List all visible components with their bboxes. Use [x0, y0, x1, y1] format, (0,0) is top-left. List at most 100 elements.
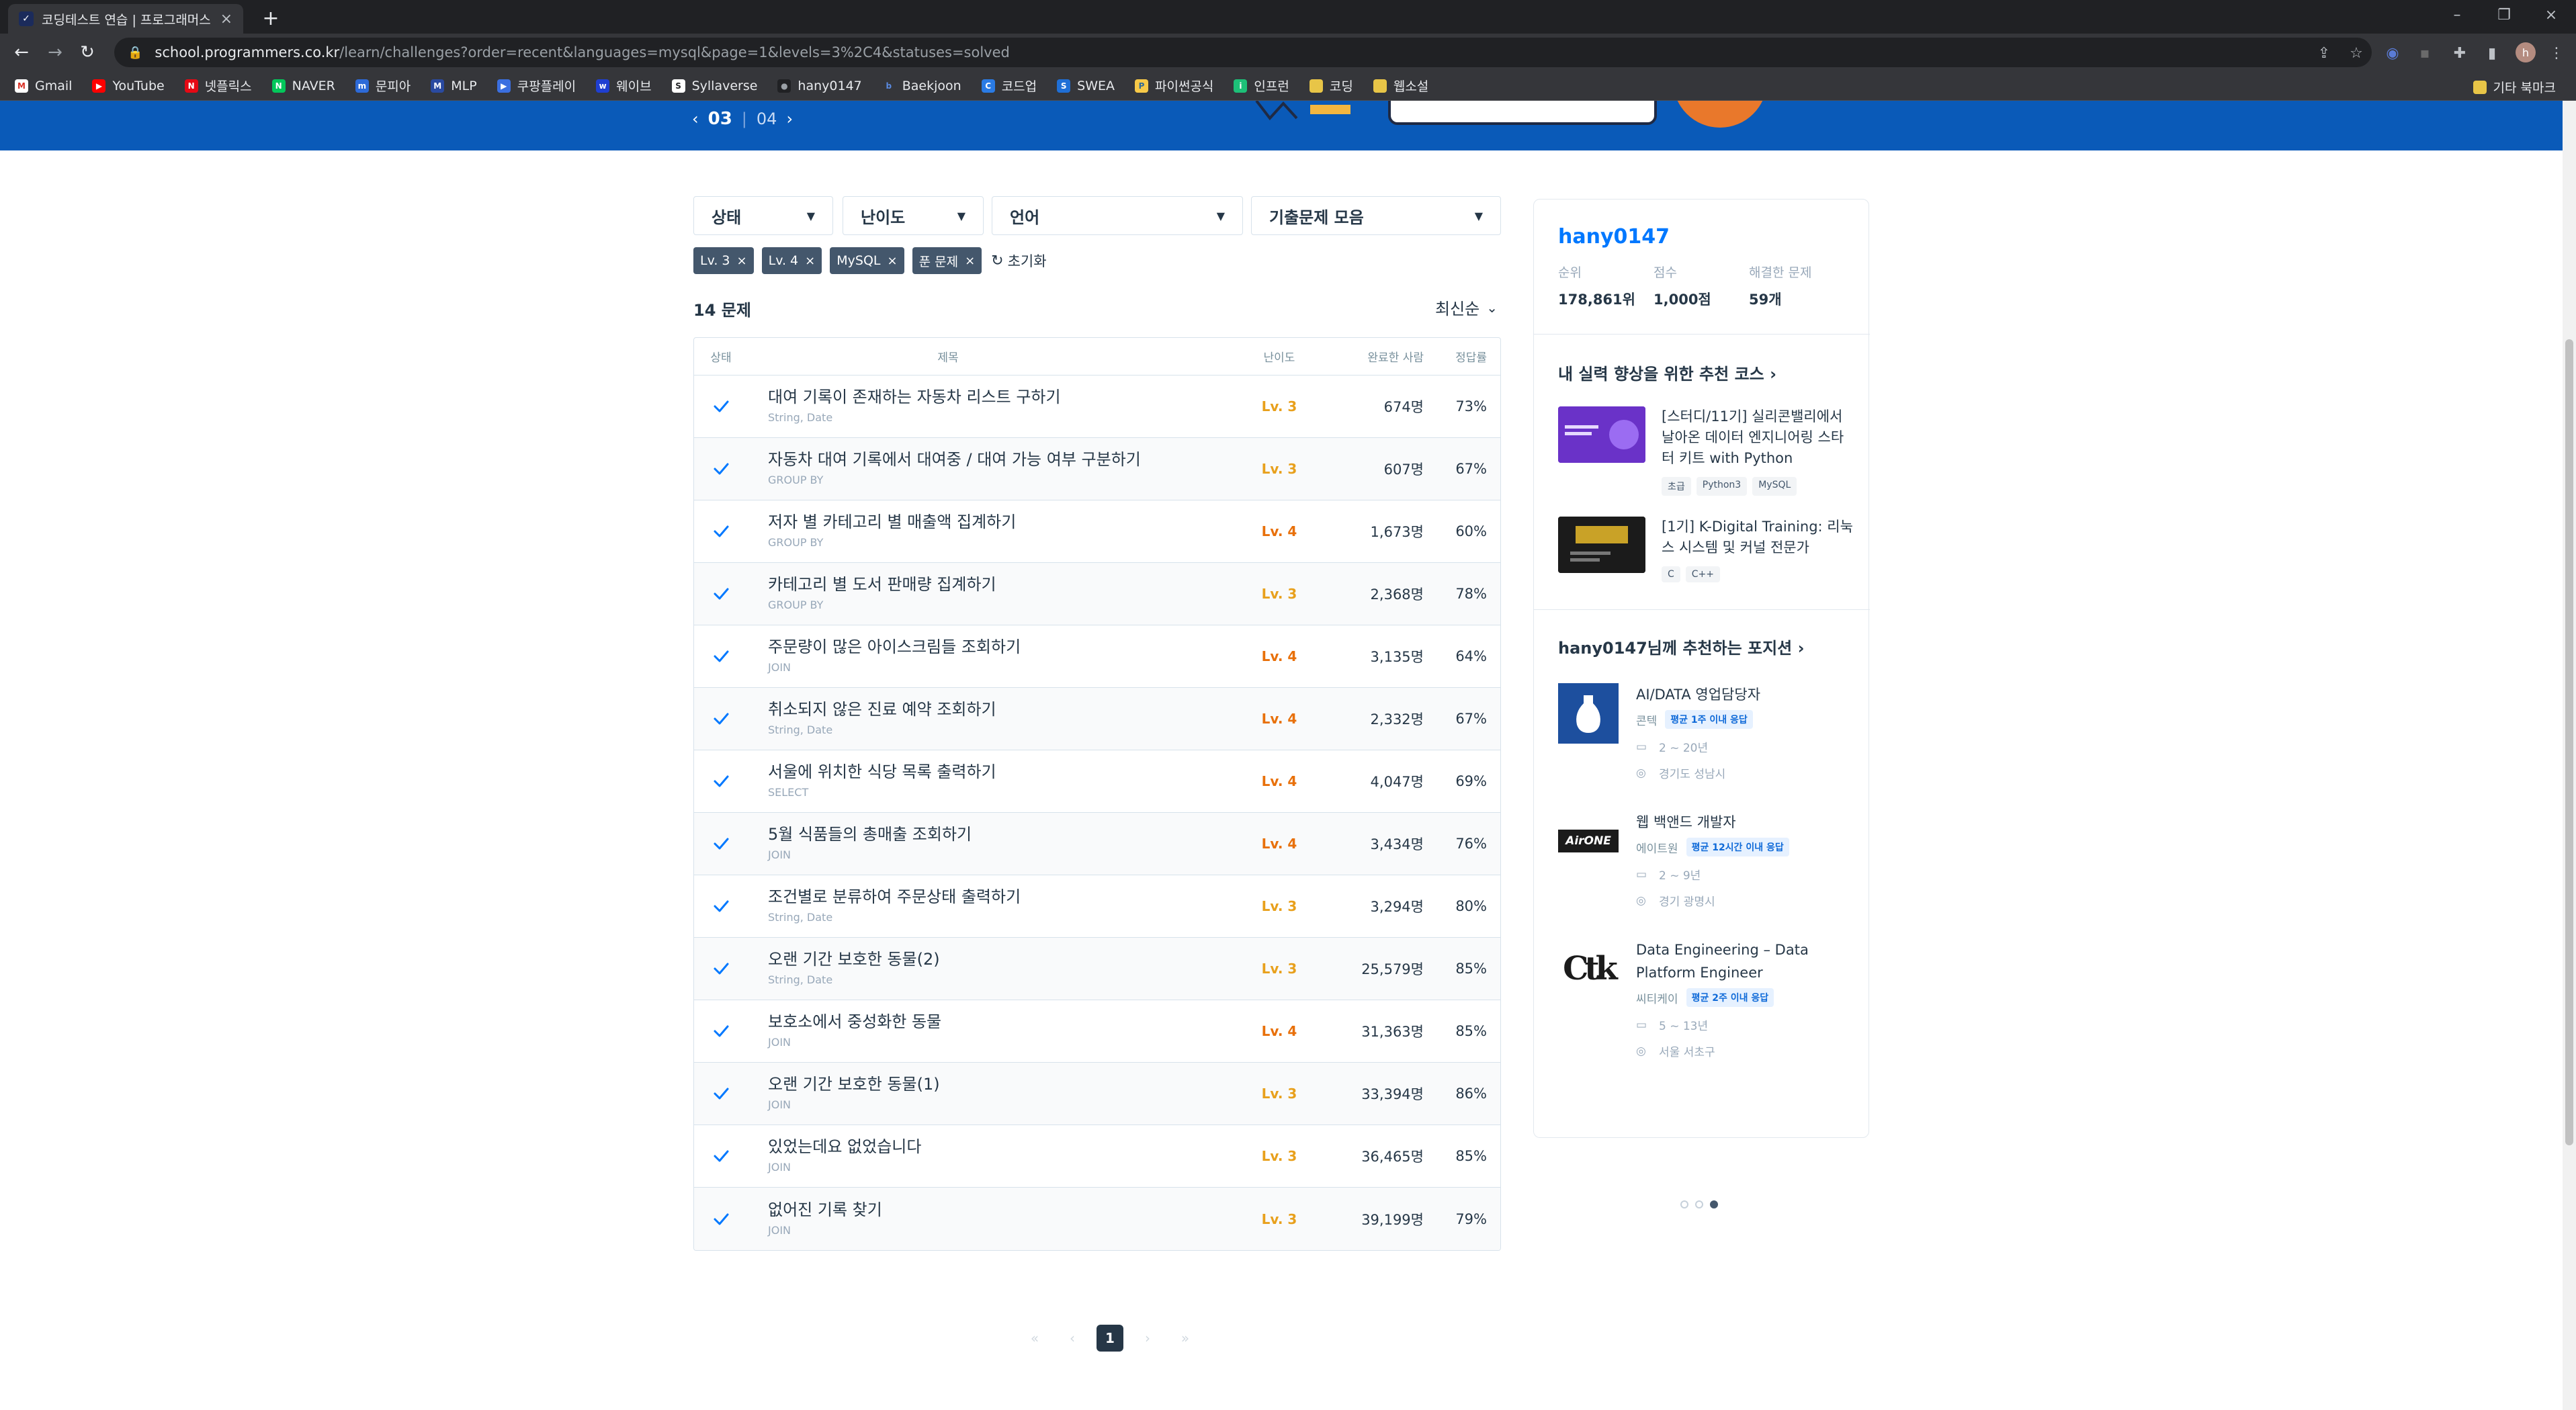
menu-icon[interactable]: ⋮	[2546, 43, 2567, 63]
problem-title[interactable]: 저자 별 카테고리 별 매출액 집계하기	[768, 512, 1242, 532]
star-icon[interactable]: ☆	[2346, 43, 2366, 63]
status-filter[interactable]: 상태 ▼	[693, 196, 833, 235]
window-close-icon[interactable]: ×	[2528, 0, 2575, 30]
bookmark-item[interactable]: P 파이썬공식	[1135, 77, 1213, 95]
course-section-title[interactable]: 내 실력 향상을 위한 추천 코스 ›	[1558, 361, 1776, 384]
table-row[interactable]: 오랜 기간 보호한 동물(2) String, Date Lv. 3 25,579명 8…	[694, 938, 1500, 1000]
bookmark-item[interactable]: b Baekjoon	[882, 79, 961, 93]
browser-tab[interactable]: ✓ 코딩테스트 연습 | 프로그래머스 ×	[8, 4, 243, 34]
carousel-dot[interactable]	[1695, 1200, 1703, 1208]
first-page-icon[interactable]: «	[1021, 1325, 1048, 1352]
problem-title[interactable]: 5월 식품들의 총매출 조회하기	[768, 824, 1242, 844]
table-row[interactable]: 취소되지 않은 진료 예약 조회하기 String, Date Lv. 4 2,332…	[694, 688, 1500, 750]
table-row[interactable]: 보호소에서 중성화한 동물 JOIN Lv. 4 31,363명 85%	[694, 1000, 1500, 1063]
page-number[interactable]: 1	[1097, 1325, 1123, 1352]
prev-page-icon[interactable]: ‹	[1059, 1325, 1086, 1352]
filter-chip[interactable]: Lv. 3 ×	[693, 247, 754, 274]
scrollbar-thumb[interactable]	[2565, 339, 2573, 1145]
last-page-icon[interactable]: »	[1172, 1325, 1199, 1352]
problem-title[interactable]: 있었는데요 없었습니다	[768, 1137, 1242, 1157]
next-page-icon[interactable]: ›	[1134, 1325, 1161, 1352]
puzzle-icon[interactable]: ✚	[2450, 43, 2470, 63]
bookmark-item[interactable]: i 인프런	[1234, 77, 1289, 95]
course-card[interactable]: [1기] K-Digital Training: 리눅스 시스템 및 커널 전문…	[1558, 517, 1854, 582]
job-card[interactable]: Ctk Data Engineering – Data Platform Eng…	[1558, 938, 1854, 1059]
table-row[interactable]: 조건별로 분류하여 주문상태 출력하기 String, Date Lv. 3 3,29…	[694, 875, 1500, 938]
problem-title[interactable]: 조건별로 분류하여 주문상태 출력하기	[768, 887, 1242, 907]
bookmark-item[interactable]: ▶ YouTube	[92, 79, 165, 93]
problem-title[interactable]: 취소되지 않은 진료 예약 조회하기	[768, 699, 1242, 719]
reload-icon[interactable]: ↻	[75, 40, 99, 64]
filter-chip[interactable]: MySQL ×	[830, 247, 904, 274]
address-bar[interactable]: 🔒 school.programmers.co.kr /learn/challe…	[114, 38, 2372, 67]
share-icon[interactable]: ⇪	[2314, 43, 2334, 63]
table-row[interactable]: 자동차 대여 기록에서 대여중 / 대여 가능 여부 구분하기 GROUP BY L…	[694, 438, 1500, 500]
carousel-dot[interactable]	[1680, 1200, 1688, 1208]
bookmark-folder[interactable]: 웹소설	[1373, 77, 1428, 95]
bookmark-item[interactable]: M MLP	[431, 79, 477, 93]
table-row[interactable]: 5월 식품들의 총매출 조회하기 JOIN Lv. 4 3,434명 76%	[694, 813, 1500, 875]
avatar[interactable]: h	[2516, 42, 2536, 62]
table-row[interactable]: 대여 기록이 존재하는 자동차 리스트 구하기 String, Date Lv. 3…	[694, 376, 1500, 438]
problem-title[interactable]: 오랜 기간 보호한 동물(2)	[768, 949, 1242, 969]
sidepanel-icon[interactable]: ▮	[2482, 43, 2502, 63]
problem-title[interactable]: 자동차 대여 기록에서 대여중 / 대여 가능 여부 구분하기	[768, 449, 1242, 470]
table-row[interactable]: 카테고리 별 도서 판매량 집계하기 GROUP BY Lv. 3 2,368명 78%	[694, 563, 1500, 625]
table-row[interactable]: 오랜 기간 보호한 동물(1) JOIN Lv. 3 33,394명 86%	[694, 1063, 1500, 1125]
problem-title[interactable]: 카테고리 별 도서 판매량 집계하기	[768, 574, 1242, 594]
filter-chip[interactable]: Lv. 4 ×	[761, 247, 822, 274]
problem-title[interactable]: 보호소에서 중성화한 동물	[768, 1012, 1242, 1032]
bookmark-item[interactable]: ● hany0147	[777, 79, 862, 93]
job-card[interactable]: AirONE 웹 백앤드 개발자 에이트원 평균 12시간 이내 응답 ▭ 2 ~…	[1558, 811, 1854, 909]
extension-icon[interactable]: ▪	[2415, 43, 2435, 63]
problem-title[interactable]: 주문량이 많은 아이스크림들 조회하기	[768, 637, 1242, 657]
promo-banner[interactable]: ‹ 03 | 04 ›	[0, 101, 2563, 150]
username[interactable]: hany0147	[1558, 225, 1670, 249]
remove-icon[interactable]: ×	[965, 254, 975, 268]
filter-chip[interactable]: 푼 문제 ×	[912, 247, 982, 274]
extension-icon[interactable]: ◉	[2382, 43, 2403, 63]
banner-next-page[interactable]: 04	[757, 109, 777, 128]
bookmark-item[interactable]: C 코드업	[981, 77, 1037, 95]
remove-icon[interactable]: ×	[888, 254, 898, 268]
table-row[interactable]: 있었는데요 없었습니다 JOIN Lv. 3 36,465명 85%	[694, 1125, 1500, 1188]
close-icon[interactable]: ×	[220, 11, 232, 28]
language-filter[interactable]: 언어 ▼	[992, 196, 1243, 235]
bookmark-item[interactable]: M Gmail	[15, 79, 72, 93]
bookmark-folder[interactable]: 코딩	[1309, 77, 1353, 95]
level-filter[interactable]: 난이도 ▼	[843, 196, 984, 235]
job-card[interactable]: AI/DATA 영업담당자 콘텍 평균 1주 이내 응답 ▭ 2 ~ 20년 ◎ 경…	[1558, 683, 1854, 781]
problem-title[interactable]: 없어진 기록 찾기	[768, 1200, 1242, 1220]
chevron-left-icon[interactable]: ‹	[692, 109, 699, 128]
bookmark-item[interactable]: m 문피아	[355, 77, 411, 95]
problem-title[interactable]: 서울에 위치한 식당 목록 출력하기	[768, 762, 1242, 782]
remove-icon[interactable]: ×	[805, 254, 815, 268]
other-bookmarks[interactable]: 기타 북마크	[2473, 78, 2556, 96]
chevron-right-icon[interactable]: ›	[786, 109, 793, 128]
bookmark-item[interactable]: w 웨이브	[596, 77, 652, 95]
problem-title[interactable]: 오랜 기간 보호한 동물(1)	[768, 1074, 1242, 1094]
bookmark-item[interactable]: ▶ 쿠팡플레이	[497, 77, 576, 95]
reset-filters-button[interactable]: ↻ 초기화	[991, 251, 1046, 271]
table-row[interactable]: 서울에 위치한 식당 목록 출력하기 SELECT Lv. 4 4,047명 69%	[694, 750, 1500, 813]
problem-title[interactable]: 대여 기록이 존재하는 자동차 리스트 구하기	[768, 387, 1242, 407]
forward-icon[interactable]: →	[43, 40, 67, 64]
bookmark-item[interactable]: N 넷플릭스	[184, 77, 252, 95]
job-section-title[interactable]: hany0147님께 추천하는 포지션 ›	[1558, 635, 1805, 658]
restore-icon[interactable]: ❐	[2481, 0, 2528, 30]
new-tab-button[interactable]: +	[258, 5, 284, 31]
course-card[interactable]: [스터디/11기] 실리콘밸리에서 날아온 데이터 엔지니어링 스타터 키트 w…	[1558, 406, 1854, 496]
table-row[interactable]: 없어진 기록 찾기 JOIN Lv. 3 39,199명 79%	[694, 1188, 1500, 1250]
remove-icon[interactable]: ×	[737, 254, 747, 268]
bookmark-item[interactable]: S Syllaverse	[671, 79, 757, 93]
carousel-dot[interactable]	[1710, 1200, 1718, 1208]
bookmark-item[interactable]: S SWEA	[1057, 79, 1115, 93]
table-row[interactable]: 저자 별 카테고리 별 매출액 집계하기 GROUP BY Lv. 4 1,673명 6…	[694, 500, 1500, 563]
page-scrollbar[interactable]	[2563, 101, 2576, 1410]
minimize-icon[interactable]: –	[2434, 0, 2481, 30]
bookmark-item[interactable]: N NAVER	[271, 79, 335, 93]
sort-dropdown[interactable]: 최신순 ⌄	[1435, 296, 1498, 319]
table-row[interactable]: 주문량이 많은 아이스크림들 조회하기 JOIN Lv. 4 3,135명 64%	[694, 625, 1500, 688]
collection-filter[interactable]: 기출문제 모음 ▼	[1251, 196, 1501, 235]
back-icon[interactable]: ←	[9, 40, 34, 64]
